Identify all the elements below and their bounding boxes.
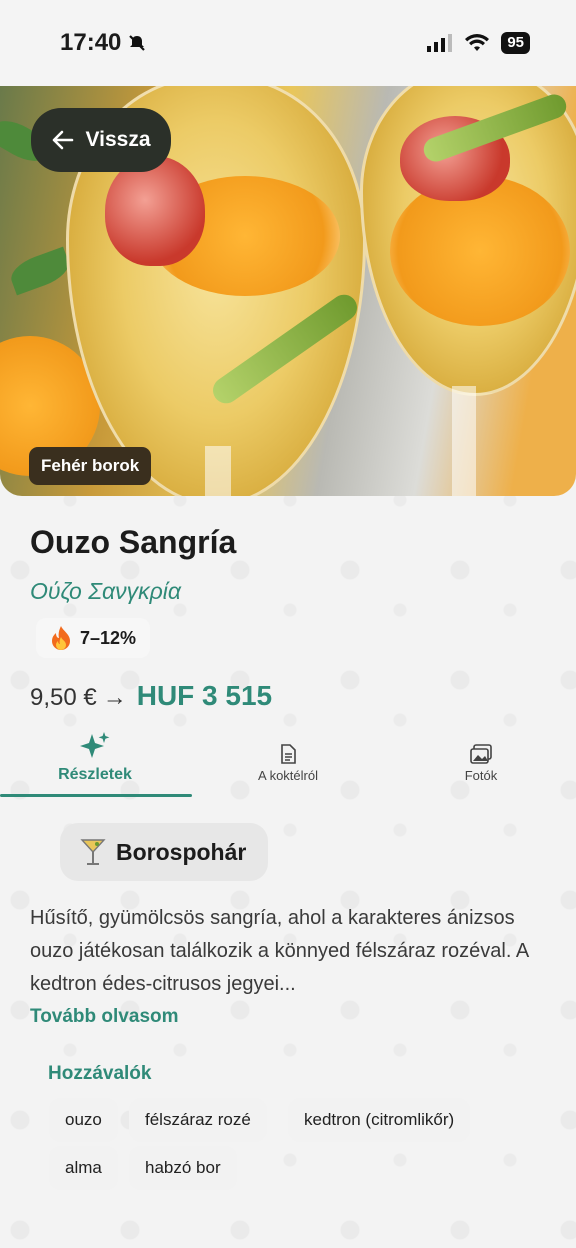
active-tab-indicator (0, 794, 192, 797)
drink-subtitle: Ούζο Σανγκρία (30, 578, 182, 604)
ingredient-chip: félszáraz rozé (129, 1098, 267, 1142)
drink-description: Hűsítő, gyümölcsös sangría, ahol a karak… (30, 907, 529, 995)
tab-bar: Részletek A koktélról Fotók (0, 730, 576, 800)
cocktail-glass-icon (80, 839, 106, 865)
glass-stem (452, 386, 476, 496)
status-time-group: 17:40 (60, 29, 147, 57)
price-arrow: → (102, 684, 127, 711)
arrow-left-icon (52, 130, 73, 150)
abv-value: 7–12% (80, 627, 137, 648)
back-button-label: Vissza (85, 128, 151, 151)
photos-icon (470, 744, 492, 764)
tab-photos[interactable]: Fotók (386, 744, 576, 783)
sparkles-icon (80, 732, 110, 758)
glass-type-chip: Borospohár (60, 823, 268, 881)
strawberry-decoration (105, 156, 205, 266)
bell-muted-icon (129, 35, 146, 51)
mint-leaf-decoration (6, 246, 74, 296)
tab-details[interactable]: Részletek (0, 730, 190, 784)
glass-stem (205, 446, 231, 496)
category-badge: Fehér borok (29, 447, 152, 485)
read-more-link[interactable]: Tovább olvasom (30, 1006, 179, 1028)
price-huf: HUF 3 515 (136, 680, 273, 711)
tab-about-label: A koktélról (258, 768, 318, 783)
signal-icon (427, 34, 453, 52)
glass-type-label: Borospohár (116, 838, 247, 865)
ingredient-chip: habzó bor (129, 1146, 237, 1190)
abv-chip: 7–12% (36, 618, 151, 658)
orange-slice-decoration (390, 176, 570, 326)
ingredient-chip: alma (49, 1146, 118, 1190)
wifi-icon (465, 34, 490, 51)
tab-photos-label: Fotók (464, 768, 498, 783)
price-row: 9,50 € → HUF 3 515 (30, 680, 272, 712)
tab-details-label: Részletek (58, 766, 132, 783)
ingredient-chip: ouzo (49, 1098, 118, 1142)
document-icon (281, 744, 296, 764)
fire-icon (52, 626, 70, 650)
status-bar: 17:40 95 (0, 0, 576, 86)
price-eur: 9,50 € (30, 684, 97, 711)
status-time: 17:40 (60, 29, 122, 56)
battery-indicator: 95 (501, 32, 530, 54)
status-icons: 95 (427, 32, 530, 54)
back-button[interactable]: Vissza (31, 108, 171, 172)
ingredient-chip: kedtron (citromlikőr) (288, 1098, 471, 1142)
ingredients-title: Hozzávalók (48, 1063, 152, 1084)
drink-title: Ouzo Sangría (30, 524, 237, 560)
tab-about[interactable]: A koktélról (190, 744, 386, 783)
